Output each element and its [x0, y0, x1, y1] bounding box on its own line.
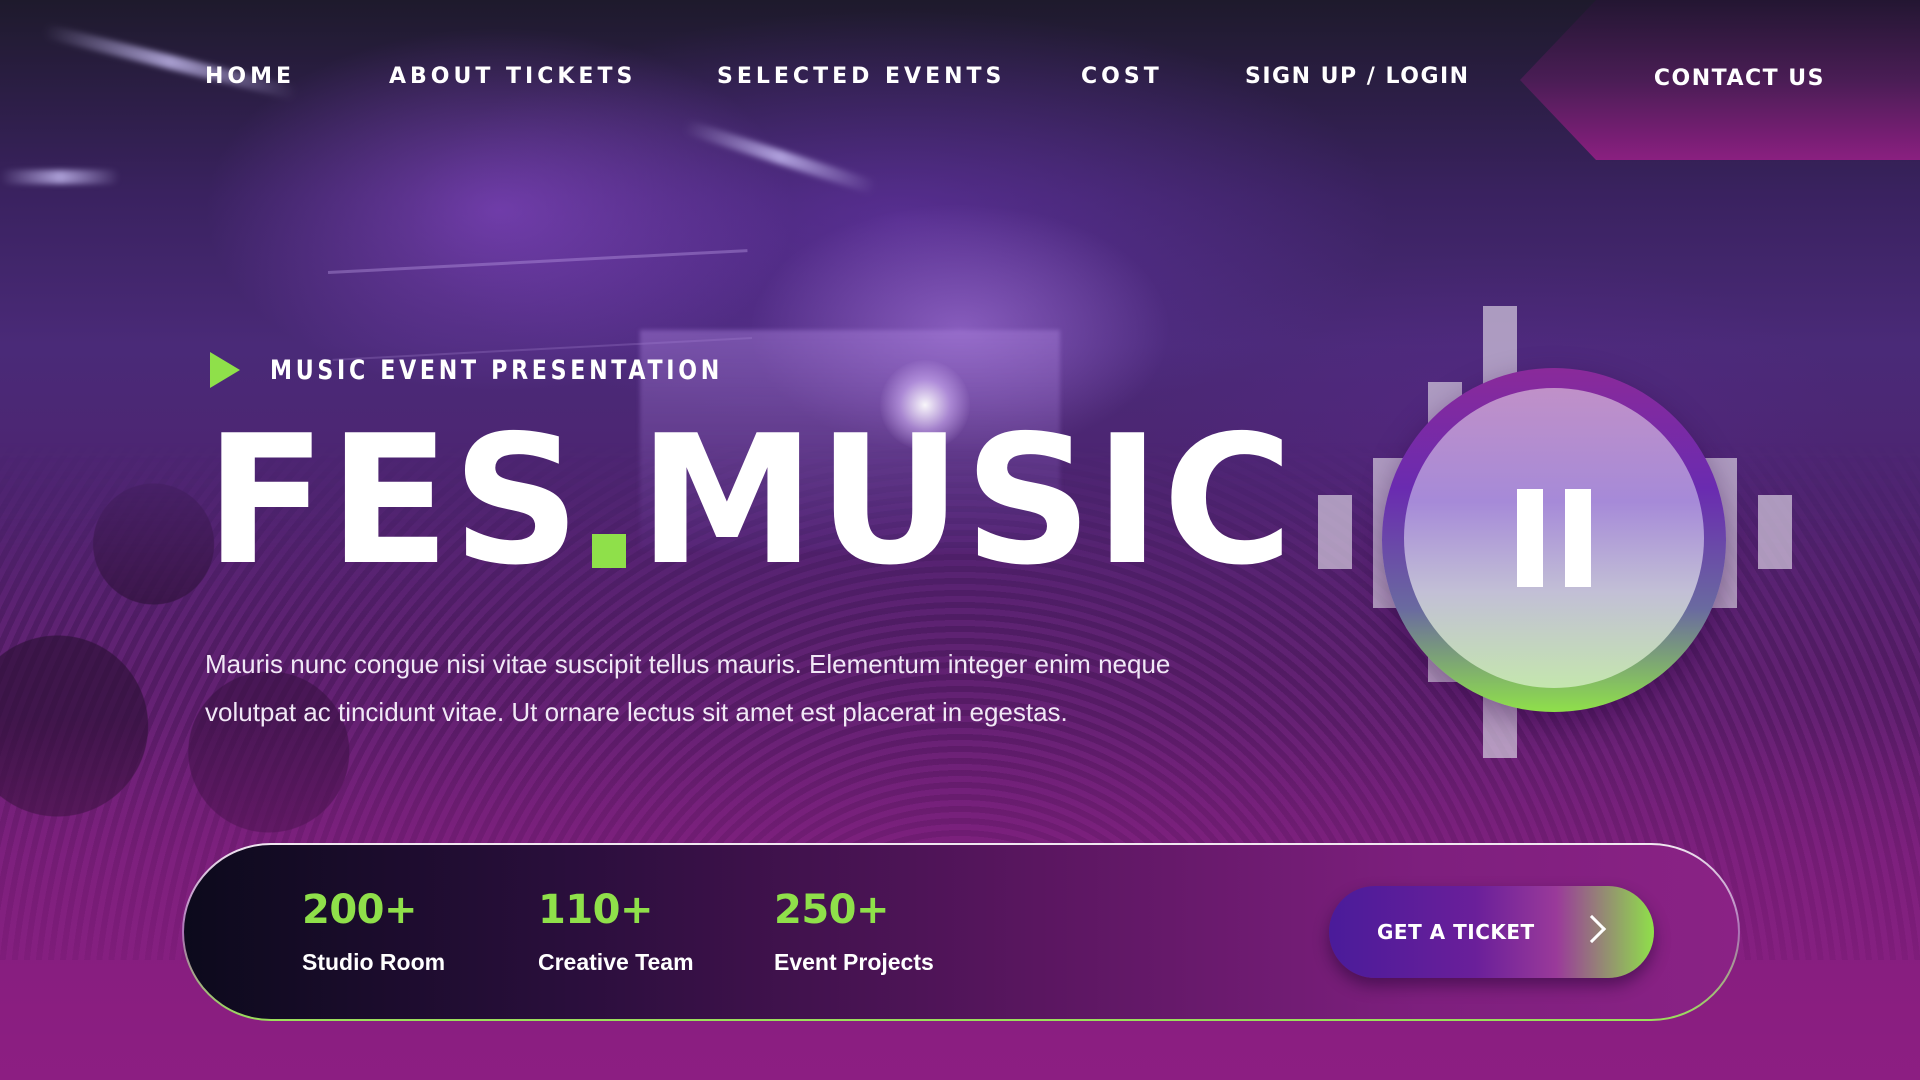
title-dot — [592, 534, 627, 568]
contact-us-label[interactable]: CONTACT US — [1654, 66, 1825, 91]
eyebrow-text: MUSIC EVENT PRESENTATION — [270, 354, 723, 386]
hero-title-part2: MUSIC — [638, 397, 1296, 604]
hero-title-part1: FES — [205, 397, 583, 604]
top-navigation: HOME ABOUT TICKETS SELECTED EVENTS COST … — [0, 0, 1920, 160]
nav-item-selected-events[interactable]: SELECTED EVENTS — [717, 64, 1005, 89]
hero-description: Mauris nunc congue nisi vitae suscipit t… — [205, 649, 1171, 727]
nav-item-cost[interactable]: COST — [1081, 64, 1163, 89]
pause-button[interactable] — [1404, 388, 1704, 688]
hero-eyebrow: MUSIC EVENT PRESENTATION — [210, 352, 822, 388]
hero-title: FES MUSIC — [205, 412, 1295, 590]
stat-event-projects: 250+ Event Projects — [774, 887, 934, 976]
stat-studio-room: 200+ Studio Room — [302, 887, 445, 976]
stat-label: Creative Team — [538, 949, 694, 975]
nav-item-about-tickets[interactable]: ABOUT TICKETS — [389, 64, 636, 89]
get-ticket-button[interactable]: GET A TICKET — [1329, 886, 1654, 978]
stat-label: Studio Room — [302, 949, 446, 975]
nav-item-home[interactable]: HOME — [205, 64, 295, 89]
stat-value: 110+ — [538, 887, 654, 933]
pause-icon-bar — [1565, 489, 1591, 587]
get-ticket-label[interactable]: GET A TICKET — [1377, 920, 1535, 944]
stat-label: Event Projects — [774, 949, 934, 975]
stat-value: 200+ — [302, 887, 418, 933]
stats-bar: 200+ Studio Room 110+ Creative Team 250+… — [182, 843, 1740, 1021]
stat-creative-team: 110+ Creative Team — [538, 887, 694, 976]
chevron-right-icon — [1577, 914, 1607, 944]
nav-item-sign-up-login[interactable]: SIGN UP / LOGIN — [1245, 64, 1470, 89]
pause-icon — [1517, 489, 1543, 587]
stat-value: 250+ — [774, 887, 890, 933]
play-icon — [210, 352, 240, 388]
